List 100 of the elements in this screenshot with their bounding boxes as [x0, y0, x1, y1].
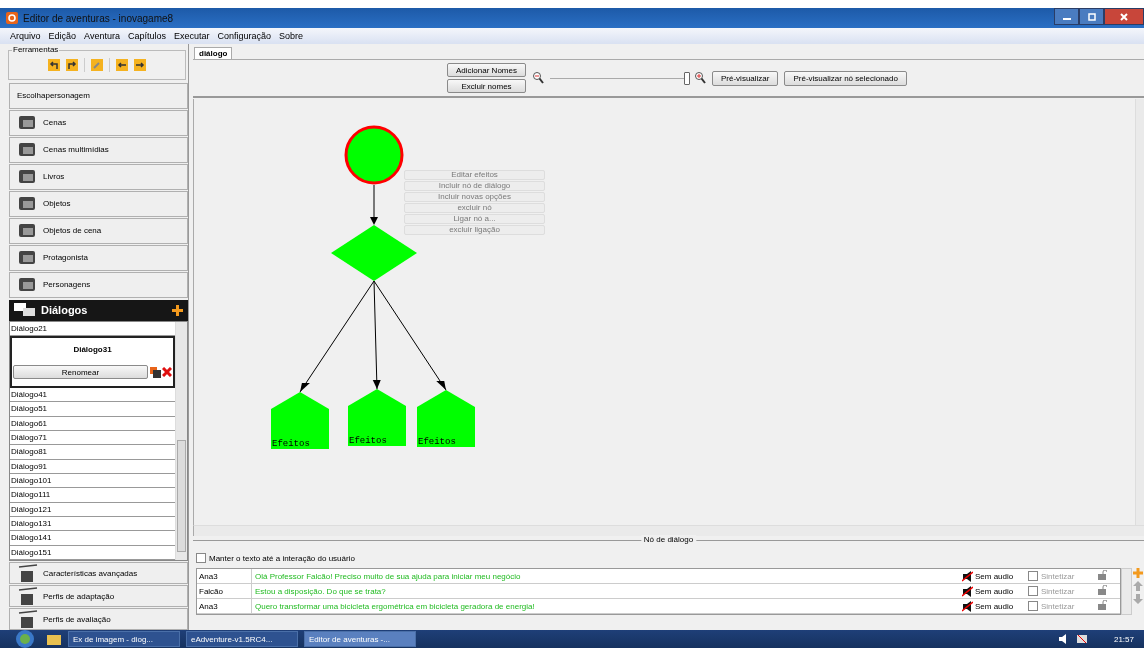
redo-button[interactable]	[66, 58, 78, 71]
menu-item[interactable]: Configuração	[217, 31, 271, 41]
connector-arrow	[370, 184, 378, 225]
menu-item[interactable]: Sobre	[279, 31, 304, 41]
folder-icon[interactable]	[46, 632, 62, 646]
maximize-icon	[1087, 12, 1096, 21]
clock: 21:57	[1113, 634, 1134, 644]
undo-button[interactable]	[48, 58, 60, 71]
audio-label: Sem audio	[975, 571, 1014, 581]
padlock-icon[interactable]	[1098, 585, 1107, 595]
section-title: Diálogos	[41, 304, 88, 317]
node-label: Efeitos	[349, 436, 387, 446]
menu-item[interactable]: Capítulos	[127, 31, 166, 41]
effects-node[interactable]	[417, 390, 475, 447]
dialog-item[interactable]: Diálogo81	[10, 445, 175, 460]
sidebar-item[interactable]: Perfis de adaptação	[9, 585, 188, 607]
dialog-item[interactable]: Diálogo111	[10, 488, 175, 503]
dialog-name: Diálogo31	[73, 345, 112, 354]
speaker-cell: Ana3	[197, 569, 252, 583]
preview-button[interactable]: Pré-visualizar	[712, 70, 779, 86]
menu-item[interactable]: Executar	[173, 31, 210, 41]
sidebar-item[interactable]: Personagens	[9, 271, 188, 298]
names-button[interactable]: Adicionar Nomes	[447, 63, 526, 77]
add-icon[interactable]	[172, 304, 183, 316]
node-label: Efeitos	[272, 439, 310, 449]
muted-speaker-icon[interactable]	[962, 570, 973, 582]
dialog-item[interactable]: Diálogo91	[10, 459, 175, 475]
selected-dialog-item[interactable]: Diálogo31 Renomear	[10, 336, 175, 389]
checkbox[interactable]	[1028, 601, 1038, 611]
speech-bubbles-icon	[14, 303, 36, 318]
scrollbar[interactable]	[175, 322, 187, 560]
dialog-item[interactable]: Diálogo131	[10, 517, 175, 532]
effects-node[interactable]	[348, 389, 406, 446]
dialog-item[interactable]: Diálogo41	[10, 388, 175, 403]
speaker-cell: Ana3	[197, 599, 252, 613]
copy-icon[interactable]	[150, 366, 161, 378]
sidebar-item[interactable]: Objetos de cena	[9, 217, 188, 244]
checkbox-label: Sintetizar	[1041, 571, 1075, 581]
delete-icon[interactable]	[162, 367, 172, 378]
sidebar-item[interactable]: Objetos	[9, 190, 188, 217]
menu-item[interactable]: Aventura	[84, 31, 120, 41]
dialog-item[interactable]: Diálogo21	[10, 322, 175, 337]
audio-label: Sem audio	[975, 586, 1014, 596]
taskbar-button[interactable]: Ex de imagem - diog...	[68, 631, 180, 647]
wrench-button[interactable]	[91, 58, 103, 71]
muted-speaker-icon[interactable]	[962, 600, 973, 612]
sidebar-item[interactable]: Características avançadas	[9, 562, 188, 584]
sidebar-item[interactable]: Protagonista	[9, 244, 188, 271]
back-button[interactable]	[116, 58, 128, 71]
checkbox[interactable]	[1028, 571, 1038, 581]
checkbox-label: Manter o texto até a interação do usuário	[209, 553, 355, 563]
network-icon[interactable]	[1075, 633, 1088, 645]
sidebar-item[interactable]: Cenas multimídias	[9, 136, 188, 163]
rename-button[interactable]: Renomear	[13, 365, 148, 380]
sidebar-item[interactable]: Perfis de avaliação	[9, 608, 188, 630]
zoom-slider[interactable]	[550, 72, 688, 84]
panel-title: Nó de diálogo	[640, 535, 697, 544]
dialog-item[interactable]: Diálogo71	[10, 431, 175, 446]
node-label: Efeitos	[418, 437, 456, 447]
preview-button[interactable]: Pré-visualizar nó selecionado	[784, 70, 907, 86]
close-button[interactable]	[1104, 8, 1144, 25]
checkbox[interactable]	[1028, 586, 1038, 596]
sidebar-item[interactable]: Livros	[9, 163, 188, 190]
scrollbar[interactable]	[1121, 568, 1132, 615]
names-button[interactable]: Excluir nomes	[447, 79, 526, 93]
minimize-button[interactable]	[1054, 8, 1079, 25]
menu-item[interactable]: Arquivo	[10, 31, 41, 41]
window-title: Editor de aventuras - inovagame8	[23, 12, 174, 24]
checkbox[interactable]	[196, 553, 206, 563]
taskbar-button[interactable]: eAdventure-v1.5RC4...	[186, 631, 298, 647]
sidebar-item[interactable]: Escolhapersonagem	[9, 82, 188, 109]
taskbar-button[interactable]: Editor de aventuras -...	[304, 631, 416, 647]
maximize-button[interactable]	[1079, 8, 1104, 25]
dialog-item[interactable]: Diálogo151	[10, 545, 175, 561]
close-icon	[1120, 12, 1128, 21]
app-logo-icon	[6, 12, 18, 24]
panel-title: Ferramentas	[12, 45, 60, 54]
forward-button[interactable]	[134, 58, 146, 71]
dialog-item[interactable]: Diálogo61	[10, 416, 175, 432]
padlock-icon[interactable]	[1098, 570, 1107, 580]
checkbox-label: Sintetizar	[1041, 601, 1075, 611]
dialog-item[interactable]: Diálogo121	[10, 502, 175, 518]
muted-speaker-icon[interactable]	[962, 585, 973, 597]
sidebar-item[interactable]: Cenas	[9, 109, 188, 136]
start-node[interactable]	[344, 125, 404, 185]
speaker-cell: Falcão	[197, 584, 252, 598]
zoom-in-icon[interactable]	[694, 71, 706, 85]
menu-item[interactable]: Edição	[48, 31, 77, 41]
dialog-item[interactable]: Diálogo101	[10, 474, 175, 489]
options-node[interactable]	[331, 225, 417, 281]
dialog-item[interactable]: Diálogo51	[10, 402, 175, 417]
scrollbar[interactable]	[193, 525, 1144, 536]
scrollbar[interactable]	[1135, 99, 1144, 525]
audio-label: Sem audio	[975, 601, 1014, 611]
padlock-icon[interactable]	[1098, 600, 1107, 610]
zoom-out-icon[interactable]	[532, 71, 544, 85]
checkbox-label: Sintetizar	[1041, 586, 1075, 596]
tab[interactable]: diálogo	[194, 47, 233, 59]
effects-node[interactable]	[271, 392, 329, 449]
dialog-item[interactable]: Diálogo141	[10, 531, 175, 546]
